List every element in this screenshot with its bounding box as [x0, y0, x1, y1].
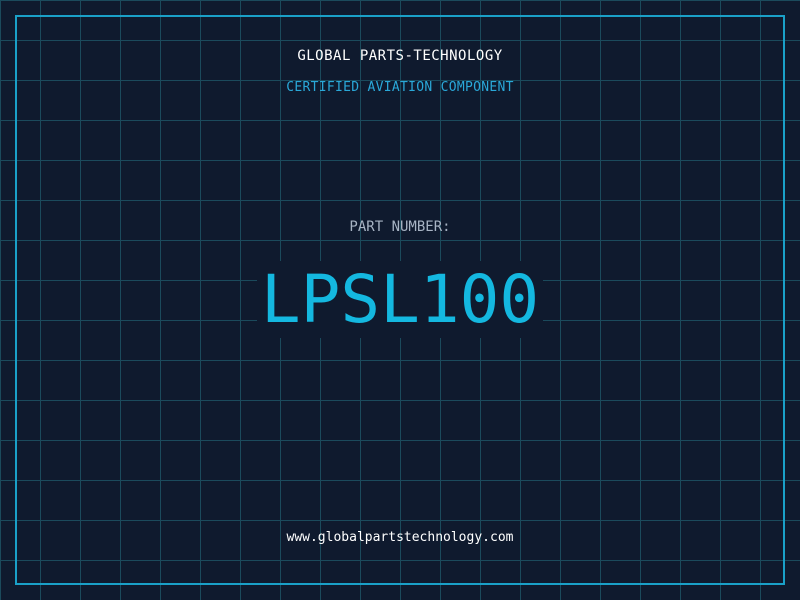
part-number-value: LPSL100 — [256, 261, 544, 338]
part-number-label: PART NUMBER: — [349, 219, 451, 235]
certification-subtitle: CERTIFIED AVIATION COMPONENT — [286, 80, 514, 95]
website-url: www.globalpartstechnology.com — [286, 530, 514, 545]
company-name: GLOBAL PARTS-TECHNOLOGY — [297, 48, 503, 64]
grid-background: GLOBAL PARTS-TECHNOLOGY CERTIFIED AVIATI… — [0, 0, 800, 600]
part-number-display: LPSL100 — [0, 261, 800, 338]
